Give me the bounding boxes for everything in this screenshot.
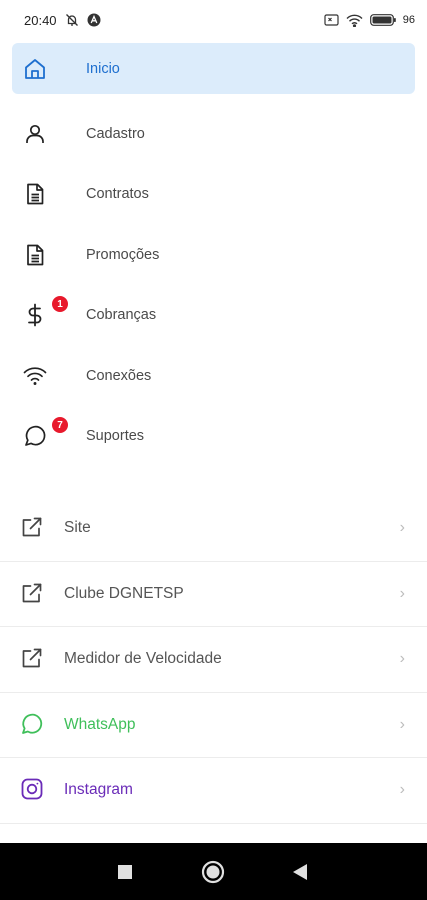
chat-icon: 7: [22, 417, 68, 449]
document-icon: [22, 242, 48, 268]
external-link-icon: [20, 646, 46, 672]
sim-icon: [324, 14, 339, 26]
link-clube-dgnetsp[interactable]: Clube DGNETSP ›: [0, 562, 427, 627]
home-button[interactable]: [183, 843, 243, 900]
app-notification-icon: [87, 13, 101, 27]
menu-item-conexoes[interactable]: Conexões: [12, 346, 415, 407]
cobrancas-badge: 1: [52, 296, 68, 313]
link-label-whatsapp: WhatsApp: [64, 715, 136, 733]
chevron-right-icon: ›: [399, 781, 405, 799]
external-link-icon: [20, 515, 46, 541]
drawer-menu: Inicio Cadastro Contratos Promoções 1 Co…: [0, 43, 427, 467]
link-label-clube: Clube DGNETSP: [64, 584, 184, 602]
home-circle-icon: [201, 860, 225, 884]
menu-item-suportes[interactable]: 7 Suportes: [12, 406, 415, 467]
menu-item-promocoes[interactable]: Promoções: [12, 225, 415, 286]
menu-label-promocoes: Promoções: [86, 246, 160, 263]
battery-level: 96: [402, 14, 415, 26]
battery-icon: [369, 14, 396, 26]
link-medidor-velocidade[interactable]: Medidor de Velocidade ›: [0, 627, 427, 693]
link-label-site: Site: [64, 519, 91, 537]
menu-item-cadastro[interactable]: Cadastro: [12, 104, 415, 165]
menu-item-contratos[interactable]: Contratos: [12, 164, 415, 225]
system-nav-bar: [0, 843, 427, 900]
wifi-icon: [22, 363, 48, 389]
home-icon: [22, 56, 48, 82]
back-button[interactable]: [270, 843, 330, 900]
link-instagram[interactable]: Instagram ›: [0, 758, 427, 824]
chevron-right-icon: ›: [399, 650, 405, 668]
suportes-badge: 7: [52, 417, 68, 434]
menu-label-suportes: Suportes: [86, 428, 145, 445]
link-label-instagram: Instagram: [64, 781, 133, 799]
menu-label-contratos: Contratos: [86, 186, 149, 203]
status-right: 96: [324, 14, 415, 27]
link-label-medidor: Medidor de Velocidade: [64, 650, 222, 668]
status-time: 20:40: [24, 12, 57, 28]
menu-label-cobrancas: Cobranças: [86, 307, 157, 324]
status-bar: 20:40 96: [0, 0, 427, 40]
instagram-icon: [20, 777, 46, 803]
whatsapp-icon: [20, 712, 46, 738]
menu-label-cadastro: Cadastro: [86, 125, 145, 142]
wifi-icon: [346, 14, 363, 27]
link-site[interactable]: Site ›: [0, 496, 427, 562]
link-whatsapp[interactable]: WhatsApp ›: [0, 693, 427, 758]
external-link-icon: [20, 581, 46, 607]
chevron-right-icon: ›: [399, 519, 405, 537]
alarm-off-icon: [65, 13, 79, 27]
menu-item-cobrancas[interactable]: 1 Cobranças: [12, 285, 415, 346]
chevron-right-icon: ›: [399, 584, 405, 602]
dollar-icon: 1: [22, 296, 68, 328]
links-list: Site › Clube DGNETSP › Medidor de Veloci…: [0, 496, 427, 824]
recents-square-icon: [118, 864, 132, 879]
back-triangle-icon: [293, 863, 307, 880]
chevron-right-icon: ›: [399, 715, 405, 733]
document-icon: [22, 181, 48, 207]
status-left: 20:40: [24, 13, 101, 28]
user-icon: [22, 121, 48, 147]
recents-button[interactable]: [95, 843, 155, 900]
menu-item-inicio[interactable]: Inicio: [12, 43, 415, 94]
menu-label-inicio: Inicio: [86, 60, 120, 77]
menu-label-conexoes: Conexões: [86, 367, 152, 384]
